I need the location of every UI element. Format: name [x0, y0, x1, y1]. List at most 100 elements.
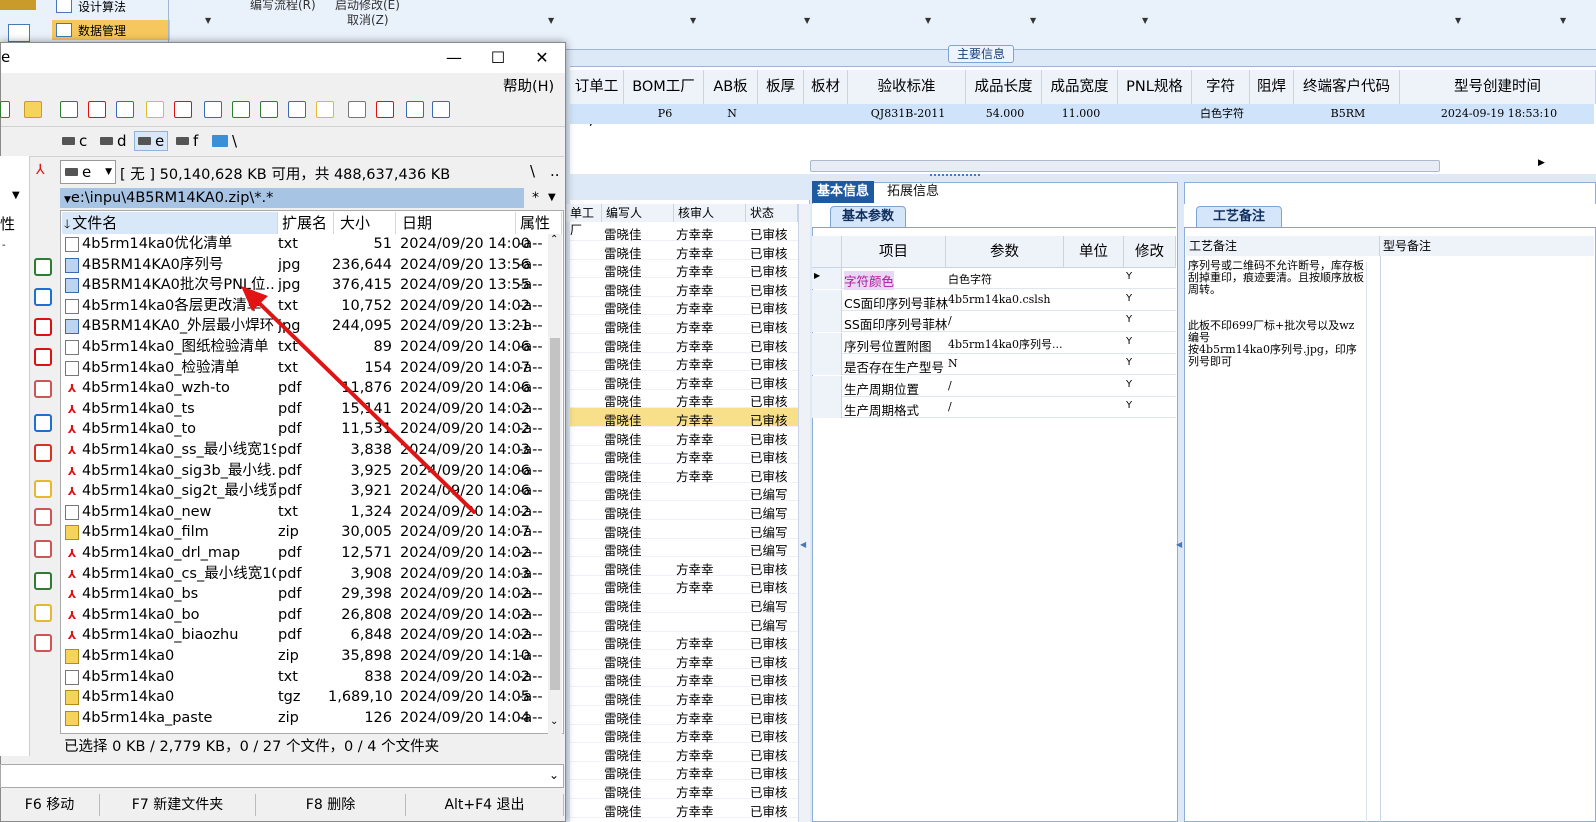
window-icon[interactable] — [406, 101, 424, 118]
list-row[interactable]: 雷晓佳 方幸幸 已审核 — [570, 743, 798, 763]
dropdown-icon[interactable]: ▼ — [690, 16, 696, 25]
file-icon[interactable] — [348, 101, 366, 118]
list-row[interactable]: 雷晓佳 方幸幸 已审核 — [570, 706, 798, 726]
scroll-down-icon[interactable]: ⌄ — [550, 716, 558, 727]
list-row[interactable]: 雷晓佳 方幸幸 已审核 — [570, 724, 798, 744]
list-row[interactable]: 雷晓佳 方幸幸 已审核 — [570, 445, 798, 465]
grid-cell[interactable]: P6 — [628, 104, 702, 124]
dropdown-icon[interactable]: ▼ — [548, 16, 554, 25]
param-row[interactable]: 生产周期位置 / Y — [812, 375, 1176, 397]
list-row[interactable]: 雷晓佳 已编写 — [570, 613, 798, 633]
file-row[interactable]: 4b5rm14ka0 txt 838 2024/09/20 14:02 -a-- — [62, 667, 548, 688]
grid-cell[interactable] — [574, 104, 622, 124]
list-row[interactable]: 雷晓佳 方幸幸 已审核 — [570, 389, 798, 409]
file-row[interactable]: ⅄ 4b5rm14ka0_sig3b_最小线.. pdf 3,925 2024/09/2… — [62, 461, 548, 482]
list-row[interactable]: 雷晓佳 方幸幸 已审核 — [570, 780, 798, 800]
file-row[interactable]: 4b5rm14ka0_检验清单 txt 154 2024/09/20 14:07 -a-… — [62, 358, 548, 379]
drive-select[interactable]: e ▼ — [60, 160, 116, 184]
info-icon[interactable] — [34, 414, 52, 432]
grid-header-cell[interactable]: 成品宽度 — [1042, 70, 1118, 104]
drive-e[interactable]: e — [134, 131, 169, 151]
delete-icon[interactable] — [34, 348, 52, 366]
filter-button[interactable]: * — [532, 190, 539, 206]
file-row[interactable]: 4b5rm14ka0_new txt 1,324 2024/09/20 14:02 -a… — [62, 502, 548, 523]
file-row[interactable]: 4b5rm14ka0_图纸检验清单 txt 89 2024/09/20 14:06 -a… — [62, 337, 548, 358]
toolbar-icon[interactable] — [0, 101, 10, 118]
grid-header-cell[interactable]: 成品长度 — [966, 70, 1042, 104]
file-row[interactable]: ⅄ 4b5rm14ka0_wzh-to pdf 11,876 2024/09/20 14… — [62, 378, 548, 399]
list-row[interactable]: 雷晓佳 方幸幸 已审核 — [570, 296, 798, 316]
header-attr[interactable]: 属性 — [516, 212, 562, 234]
grid-cell[interactable] — [762, 104, 802, 124]
list-row[interactable]: 雷晓佳 方幸幸 已审核 — [570, 315, 798, 335]
list-header-cell[interactable]: 状态 — [746, 204, 798, 222]
drive-c[interactable]: c — [62, 131, 87, 151]
path-bar[interactable]: ▼e:\inpu\4B5RM14KA0.zip\*.* — [60, 188, 524, 208]
minimize-icon[interactable]: — — [443, 47, 465, 69]
header-size[interactable]: 大小 — [334, 212, 396, 234]
param-cell[interactable]: 白色字符 — [948, 271, 992, 287]
grid-cell[interactable]: 白色字符 — [1196, 104, 1248, 124]
list-row[interactable]: 雷晓佳 方幸幸 已审核 — [570, 278, 798, 298]
list-header-cell[interactable]: 核审人 — [674, 204, 746, 222]
param-cell[interactable]: N — [948, 357, 958, 370]
network-icon[interactable] — [34, 258, 52, 276]
image-icon[interactable] — [34, 540, 52, 558]
nav-data-mgmt[interactable]: 数据管理 — [52, 20, 170, 40]
grid-cell[interactable]: B5RM — [1298, 104, 1398, 124]
file-row[interactable]: ⅄ 4b5rm14ka0_bs pdf 29,398 2024/09/20 14:02-… — [62, 584, 548, 605]
command-line[interactable]: ⌄ — [0, 764, 564, 788]
collapse-left-icon[interactable]: ◀ — [800, 540, 806, 549]
param-row[interactable]: SS面印序列号菲林 / Y — [812, 311, 1176, 332]
dropdown-icon[interactable]: ▼ — [1030, 16, 1036, 25]
file-row[interactable]: ⅄ 4b5rm14ka0_to pdf 11,531 2024/09/20 14:02-… — [62, 419, 548, 440]
list-row[interactable]: 雷晓佳 方幸幸 已审核 — [570, 408, 798, 428]
fkey-button[interactable]: F8 删除 — [256, 794, 406, 816]
pdf-icon[interactable] — [34, 318, 52, 336]
scroll-right-icon[interactable]: ▶ — [1538, 158, 1545, 168]
grid-header-cell[interactable]: AB板 — [704, 70, 758, 104]
list-row[interactable]: 雷晓佳 方幸幸 已审核 — [570, 668, 798, 688]
left-dropdown-icon[interactable]: ▼ — [12, 190, 20, 201]
shield-icon[interactable] — [34, 444, 52, 462]
font-icon[interactable] — [146, 101, 164, 118]
image-icon[interactable] — [34, 508, 52, 526]
grid-cell[interactable] — [1122, 104, 1190, 124]
file-row[interactable]: ⅄ 4b5rm14ka0_bo pdf 26,808 2024/09/20 14:02-… — [62, 605, 548, 626]
grid-header-cell[interactable]: 板厚 — [758, 70, 804, 104]
folder-icon[interactable] — [34, 604, 52, 622]
file-row[interactable]: 4b5rm14ka0优化清单 txt 51 2024/09/20 14:00 -a-- — [62, 234, 548, 255]
param-cell[interactable]: / — [948, 379, 952, 392]
param-cell[interactable]: 4b5rm14ka0.cslsh — [948, 293, 1051, 306]
dropdown-icon[interactable]: ▼ — [804, 16, 810, 25]
param-cell[interactable]: / — [948, 400, 952, 413]
splitter-handle[interactable] — [930, 174, 980, 178]
grid-cell[interactable] — [1254, 104, 1292, 124]
list-row[interactable]: 雷晓佳 方幸幸 已审核 — [570, 799, 798, 819]
list-row[interactable]: 雷晓佳 方幸幸 已审核 — [570, 687, 798, 707]
list-row[interactable]: 雷晓佳 方幸幸 已审核 — [570, 650, 798, 670]
menu-cancel[interactable]: 取消(Z) — [347, 11, 389, 28]
title-bar[interactable]: e — ☐ ✕ — [1, 43, 565, 73]
file-row[interactable]: 4B5RM14KA0序列号 jpg 236,644 2024/09/20 13:56-… — [62, 255, 548, 276]
menu-edit-flow[interactable]: 编写流程(R) — [250, 0, 316, 13]
param-row[interactable]: 是否存在生产型号 N Y — [812, 354, 1176, 375]
warning-icon[interactable] — [34, 480, 52, 498]
param-cell[interactable]: 4b5rm14ka0序列号... — [948, 336, 1062, 352]
close-icon[interactable]: ✕ — [531, 47, 553, 69]
archive-icon[interactable] — [24, 101, 42, 118]
list-row[interactable]: 雷晓佳 方幸幸 已审核 — [570, 334, 798, 354]
file-row[interactable]: 4b5rm14ka0_film zip 30,005 2024/09/20 14:07… — [62, 522, 548, 543]
list-row[interactable]: 雷晓佳 已编写 — [570, 520, 798, 540]
root-button[interactable]: \ — [530, 162, 535, 180]
list-row[interactable]: 雷晓佳 方幸幸 已审核 — [570, 371, 798, 391]
drive-d[interactable]: d — [100, 131, 127, 151]
list-header-cell[interactable]: 单工厂 — [566, 204, 602, 237]
tab-main-info[interactable]: 主要信息 — [948, 45, 1014, 63]
file-row[interactable]: ⅄ 4b5rm14ka0_drl_map pdf 12,571 2024/09/20 1… — [62, 543, 548, 564]
dropdown-icon[interactable]: ▼ — [1142, 16, 1148, 25]
grid-cell[interactable]: 2024-09-19 18:53:10 — [1404, 104, 1594, 124]
list-row[interactable]: 雷晓佳 方幸幸 已审核 — [570, 222, 798, 242]
param-row[interactable]: 生产周期格式 / Y — [812, 397, 1176, 418]
param-cell[interactable]: / — [948, 314, 952, 327]
